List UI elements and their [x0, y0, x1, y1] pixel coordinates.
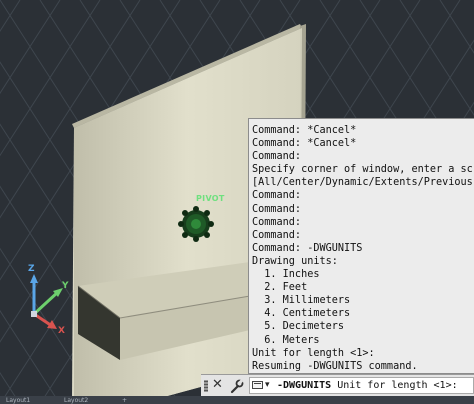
command-prompt-text: -DWGUNITS Unit for length <1>:: [277, 379, 458, 392]
command-prompt-icon[interactable]: [252, 381, 263, 389]
command-line-bar: ✕ ▾ -DWGUNITS Unit for length <1>:: [201, 374, 474, 396]
command-input[interactable]: ▾ -DWGUNITS Unit for length <1>:: [249, 377, 474, 394]
command-history-text: Command: *Cancel* Command: *Cancel* Comman…: [252, 124, 474, 373]
history-line: Command: *Cancel*: [252, 125, 357, 136]
recent-commands-dropdown-icon[interactable]: ▾: [265, 378, 270, 393]
history-line: Command: -DWGUNITS: [252, 242, 363, 254]
history-line: 5. Decimeters: [252, 321, 345, 333]
history-line: Command: *Cancel*: [252, 138, 357, 150]
wrench-icon[interactable]: [229, 379, 244, 394]
history-line: Resuming -DWGUNITS command.: [252, 360, 418, 372]
layout-tabs-bar: Layout1 Layout2 +: [0, 396, 474, 404]
ucs-z-label: Z: [28, 264, 35, 274]
history-line: Unit for length <1>:: [252, 347, 375, 359]
history-line: Drawing units:: [252, 255, 338, 267]
history-line: Specify corner of window, enter a sc: [252, 164, 473, 176]
history-line: Command:: [252, 216, 302, 228]
history-line: Command:: [252, 229, 302, 241]
close-icon[interactable]: ✕: [212, 377, 223, 393]
history-line: Command:: [252, 151, 302, 163]
history-line: 2. Feet: [252, 282, 308, 294]
history-line: Command:: [252, 203, 302, 215]
tab-layout1[interactable]: Layout1: [6, 397, 42, 404]
pivot-label: PIVOT: [196, 194, 225, 203]
history-line: Command:: [252, 190, 302, 202]
command-history-panel[interactable]: Command: *Cancel* Command: *Cancel* Comman…: [248, 118, 474, 374]
pivot-gizmo-icon[interactable]: [178, 206, 214, 242]
history-line: [All/Center/Dynamic/Extents/Previous: [252, 177, 473, 189]
history-line: 6. Meters: [252, 334, 320, 346]
tab-layout2[interactable]: Layout2: [64, 397, 100, 404]
history-line: 4. Centimeters: [252, 308, 351, 320]
history-line: 3. Millimeters: [252, 295, 351, 307]
history-line: 1. Inches: [252, 269, 320, 281]
ucs-axis-icon: [30, 274, 63, 329]
ucs-x-label: X: [58, 326, 65, 336]
command-prompt: Unit for length <1>:: [331, 380, 458, 391]
add-layout-tab[interactable]: +: [122, 397, 132, 404]
ucs-y-label: Y: [62, 281, 69, 291]
grip-handle-icon[interactable]: [204, 380, 208, 392]
active-command-name: -DWGUNITS: [277, 380, 332, 391]
